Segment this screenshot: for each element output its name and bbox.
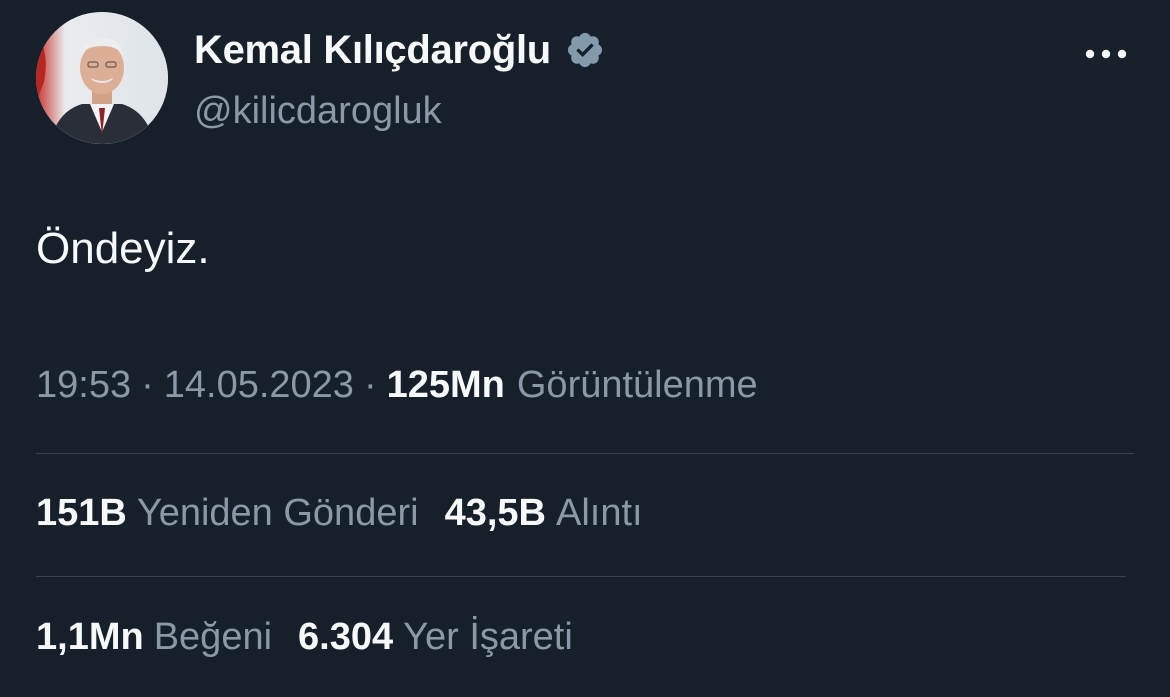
views-count: 125Mn	[386, 364, 505, 406]
author-handle[interactable]: @kilicdarogluk	[194, 90, 442, 133]
engagement-row-shares: 151B Yeniden Gönderi 43,5B Alıntı	[36, 492, 669, 535]
tweet-time[interactable]: 19:53	[36, 364, 131, 407]
likes-label: Beğeni	[153, 616, 273, 658]
bookmarks-label: Yer İşareti	[403, 616, 573, 658]
quotes-count: 43,5B	[444, 492, 546, 534]
engagement-row-likes: 1,1Mn Beğeni 6.304 Yer İşareti	[36, 616, 599, 659]
tweet-text: Öndeyiz.	[36, 224, 210, 273]
meta-separator: ·	[363, 364, 377, 406]
tweet-date[interactable]: 14.05.2023	[164, 364, 354, 407]
likes-count: 1,1Mn	[36, 616, 144, 658]
retweets-stat[interactable]: 151B Yeniden Gönderi	[36, 492, 419, 535]
likes-stat[interactable]: 1,1Mn Beğeni	[36, 616, 272, 659]
tweet-header: Kemal Kılıçdaroğlu @kilicdarogluk	[36, 12, 1134, 148]
quotes-label: Alıntı	[555, 492, 643, 534]
retweets-count: 151B	[36, 492, 127, 534]
avatar-photo	[36, 12, 168, 144]
views-label: Görüntülenme	[516, 364, 758, 406]
quotes-stat[interactable]: 43,5B Alıntı	[445, 492, 643, 535]
avatar[interactable]	[36, 12, 168, 144]
author-name-row: Kemal Kılıçdaroğlu	[194, 26, 605, 74]
retweets-label: Yeniden Gönderi	[136, 492, 419, 534]
author-display-name[interactable]: Kemal Kılıçdaroğlu	[194, 28, 551, 73]
meta-separator: ·	[141, 364, 154, 406]
more-options-icon[interactable]	[1080, 34, 1132, 74]
bookmarks-stat[interactable]: 6.304 Yer İşareti	[298, 616, 573, 659]
divider	[36, 576, 1126, 577]
bookmarks-count: 6.304	[298, 616, 394, 658]
tweet-metadata: 19:53 · 14.05.2023 · 125Mn Görüntülenme	[36, 364, 758, 407]
divider	[36, 453, 1134, 454]
verified-badge-icon[interactable]	[565, 30, 605, 70]
